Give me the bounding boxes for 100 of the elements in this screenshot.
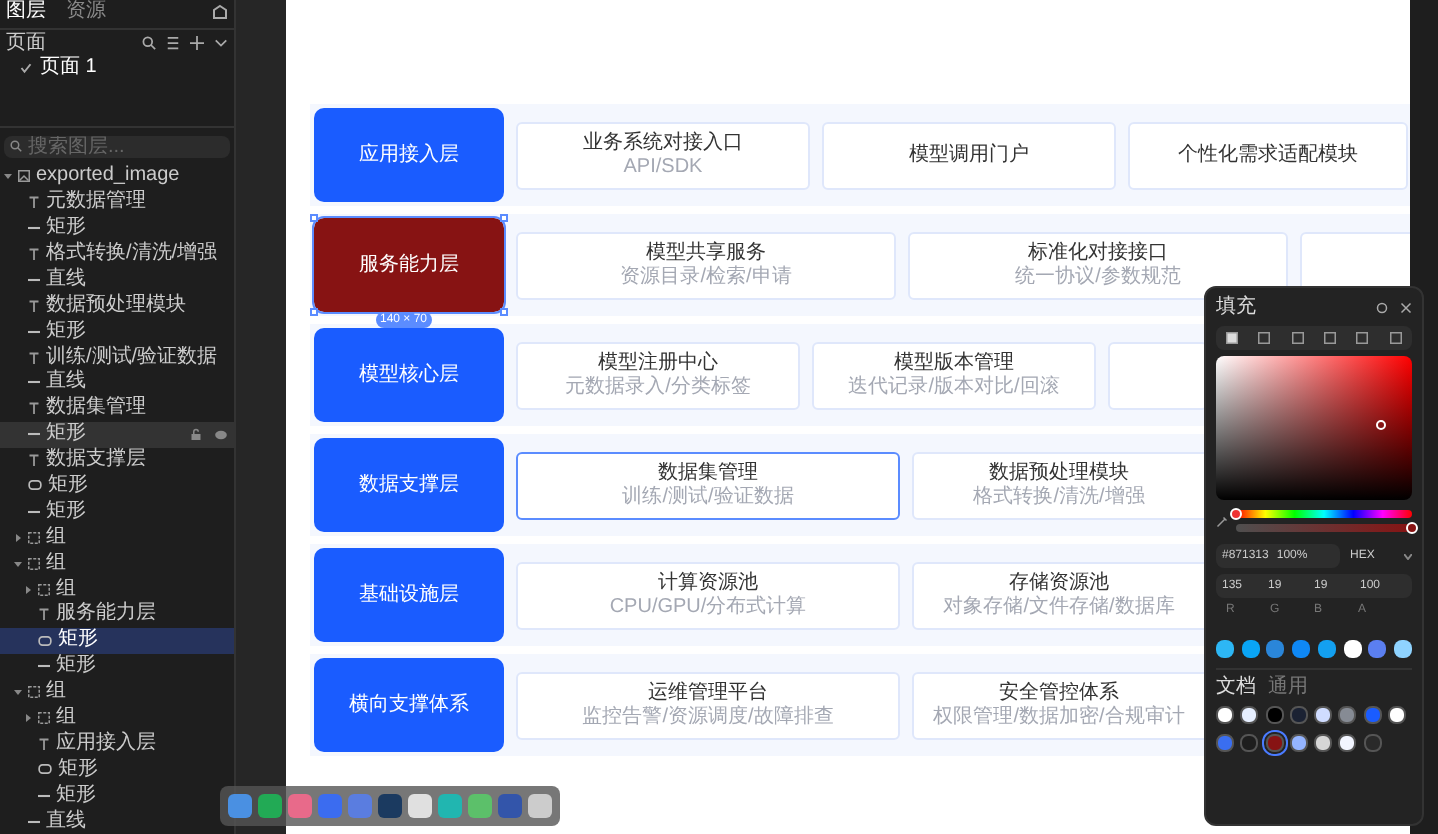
- line-layer-icon: [28, 428, 40, 441]
- layer-item[interactable]: 组: [56, 707, 76, 728]
- color-picker-handle[interactable]: [1376, 420, 1387, 431]
- color-swatch[interactable]: [1289, 734, 1308, 752]
- layer-item[interactable]: 矩形: [46, 218, 86, 239]
- color-swatch[interactable]: [1343, 640, 1362, 658]
- text-layer-icon: [28, 196, 40, 209]
- layer-item[interactable]: 矩形: [48, 475, 88, 496]
- layer-item[interactable]: 数据支撑层: [46, 450, 146, 471]
- layer-item[interactable]: 矩形: [46, 424, 86, 445]
- dock-app-icon[interactable]: [408, 794, 432, 818]
- rectangle-layer-icon: [28, 480, 42, 491]
- solid-fill-icon: [1226, 332, 1239, 344]
- hue-slider[interactable]: [1236, 510, 1412, 518]
- layer-item[interactable]: 组: [46, 553, 66, 574]
- layer-label[interactable]: 服务能力层: [314, 218, 504, 312]
- layer-label[interactable]: 模型核心层: [314, 328, 504, 422]
- search-icon: [142, 36, 156, 51]
- color-swatch[interactable]: [1265, 734, 1283, 752]
- color-swatch[interactable]: [1338, 706, 1357, 724]
- color-swatch[interactable]: [1393, 640, 1412, 658]
- color-swatch[interactable]: [1240, 706, 1259, 724]
- layer-item[interactable]: 矩形: [56, 785, 96, 806]
- text-layer-icon: [28, 247, 40, 260]
- layer-item[interactable]: 矩形: [46, 321, 86, 342]
- panel-tab[interactable]: 图层: [6, 2, 46, 23]
- color-swatch[interactable]: [1292, 640, 1311, 658]
- line-layer-icon: [28, 325, 40, 338]
- color-swatch[interactable]: [1368, 640, 1387, 658]
- layer-item[interactable]: 直线: [46, 372, 86, 393]
- layer-item[interactable]: 矩形: [58, 630, 98, 651]
- layer-item[interactable]: 应用接入层: [56, 733, 156, 754]
- color-swatch[interactable]: [1216, 734, 1234, 752]
- dock-app-icon[interactable]: [378, 794, 402, 818]
- dock-app-icon[interactable]: [528, 794, 552, 818]
- line-layer-icon: [28, 222, 40, 235]
- eye-icon: [214, 429, 228, 440]
- slider-thumb[interactable]: [1406, 522, 1418, 534]
- line-layer-icon: [28, 273, 40, 286]
- dock-app-icon[interactable]: [468, 794, 492, 818]
- resize-handle[interactable]: [500, 308, 508, 316]
- color-swatch[interactable]: [1317, 640, 1336, 658]
- color-swatch[interactable]: [1363, 706, 1381, 724]
- layer-item[interactable]: 直线: [46, 269, 86, 290]
- card-subtitle: 元数据录入/分类标签: [565, 376, 751, 398]
- layer-item[interactable]: 直线: [46, 811, 86, 832]
- layer-label[interactable]: 数据支撑层: [314, 438, 504, 532]
- dock-app-icon[interactable]: [228, 794, 252, 818]
- color-swatch[interactable]: [1241, 640, 1260, 658]
- layer-item[interactable]: 元数据管理: [46, 192, 146, 213]
- resize-handle[interactable]: [500, 214, 508, 222]
- angular-gradient-icon: [1324, 332, 1337, 344]
- layer-item[interactable]: 数据预处理模块: [46, 295, 186, 316]
- resize-handle[interactable]: [310, 214, 318, 222]
- color-gradient-area[interactable]: [1216, 356, 1412, 500]
- card-title: 标准化对接接口: [1028, 242, 1168, 264]
- card-title: 模型注册中心: [598, 352, 718, 374]
- layer-item[interactable]: 矩形: [58, 759, 98, 780]
- color-swatch[interactable]: [1265, 706, 1283, 724]
- color-swatch[interactable]: [1314, 706, 1332, 724]
- opacity-slider[interactable]: [1236, 524, 1412, 532]
- library-tab[interactable]: 通用: [1268, 678, 1308, 698]
- layer-item[interactable]: 矩形: [56, 656, 96, 677]
- card-title: 安全管控体系: [999, 682, 1119, 704]
- chevron-down-icon: [214, 36, 228, 51]
- layer-item[interactable]: 组: [46, 682, 66, 703]
- line-layer-icon: [28, 505, 40, 518]
- dock-app-icon[interactable]: [258, 794, 282, 818]
- resize-handle[interactable]: [310, 308, 318, 316]
- layer-item[interactable]: 训练/测试/验证数据: [46, 347, 218, 368]
- style-icon: [1376, 302, 1388, 314]
- layer-item[interactable]: 格式转换/清洗/增强: [46, 243, 218, 264]
- layer-item[interactable]: 组: [56, 579, 76, 600]
- layer-item[interactable]: 数据集管理: [46, 398, 146, 419]
- layer-label[interactable]: 基础设施层: [314, 548, 504, 642]
- color-swatch[interactable]: [1387, 706, 1406, 724]
- slider-thumb[interactable]: [1230, 508, 1242, 520]
- color-swatch[interactable]: [1363, 734, 1381, 752]
- page-item[interactable]: 页面 1: [40, 57, 97, 78]
- color-swatch[interactable]: [1289, 706, 1308, 724]
- layer-item[interactable]: 服务能力层: [56, 604, 156, 625]
- layer-item[interactable]: 组: [46, 527, 66, 548]
- color-swatch[interactable]: [1314, 734, 1332, 752]
- layer-item[interactable]: exported_image: [36, 166, 180, 187]
- layer-label[interactable]: 横向支撑体系: [314, 658, 504, 752]
- layer-label[interactable]: 应用接入层: [314, 108, 504, 202]
- layer-search-field[interactable]: 搜索图层...: [4, 135, 230, 158]
- layer-item[interactable]: 矩形: [46, 501, 86, 522]
- rectangle-layer-icon: [38, 764, 52, 775]
- color-swatch[interactable]: [1266, 640, 1285, 658]
- line-layer-icon: [38, 660, 50, 673]
- color-swatch[interactable]: [1216, 640, 1234, 658]
- color-swatch[interactable]: [1338, 734, 1357, 752]
- library-tab[interactable]: 文档: [1216, 678, 1256, 698]
- color-swatch[interactable]: [1240, 734, 1259, 752]
- eyedropper-icon: [1216, 515, 1228, 527]
- text-layer-icon: [28, 299, 40, 312]
- text-layer-icon: [38, 608, 50, 621]
- panel-tab[interactable]: 资源: [66, 2, 106, 23]
- color-swatch[interactable]: [1216, 706, 1234, 724]
